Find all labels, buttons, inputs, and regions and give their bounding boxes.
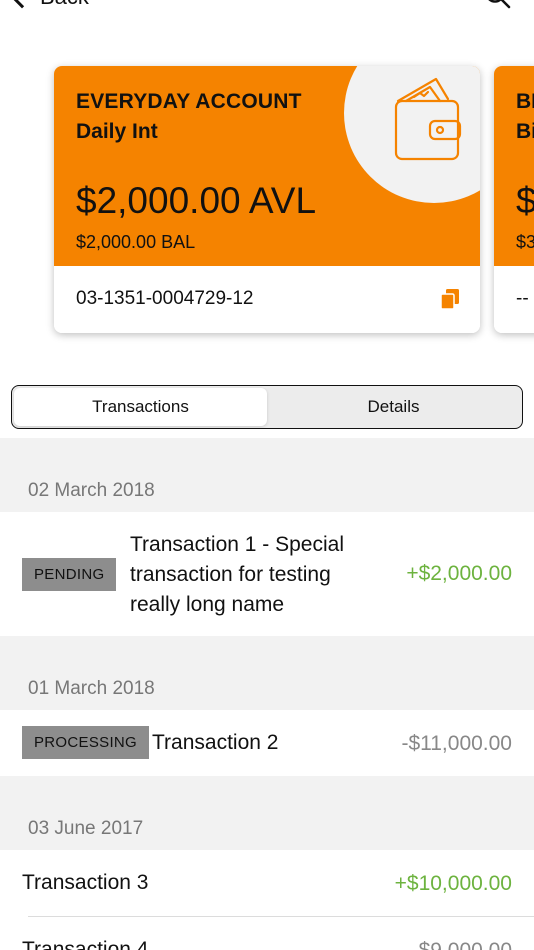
transaction-row[interactable]: Transaction 3 +$10,000.00 [0,850,534,916]
section-header: 01 March 2018 [0,636,534,710]
transaction-name: Transaction 3 [22,871,149,894]
account-name: BI [516,90,534,113]
copy-icon[interactable] [440,288,460,310]
section-header: 03 June 2017 [0,776,534,850]
top-nav: Back [0,0,534,22]
available-balance: $ [516,180,534,221]
view-segmented-control: Transactions Details [11,385,523,429]
account-card-next[interactable]: BI Bi $ $3 -- [494,66,534,333]
transaction-row[interactable]: PENDING Transaction 1 - Special transact… [0,512,534,636]
account-type: Bi [516,120,534,143]
tab-transactions[interactable]: Transactions [14,388,267,426]
transaction-name: Transaction 2 [152,731,279,754]
account-card-footer: 03-1351-0004729-12 [54,266,480,333]
transaction-list[interactable]: 02 March 2018 PENDING Transaction 1 - Sp… [0,438,534,950]
status-badge: PENDING [22,558,117,591]
transaction-name: Transaction 4 [22,938,149,950]
account-card-footer: -- [494,266,534,333]
status-badge: PROCESSING [22,726,150,759]
account-card-header: EVERYDAY ACCOUNT Daily Int $2,000.00 AVL… [54,66,480,266]
section-header: 02 March 2018 [0,438,534,512]
back-label: Back [40,0,89,10]
available-balance: $2,000.00 AVL [76,180,317,221]
transaction-amount: -$9,000.00 [412,939,512,950]
account-name: EVERYDAY ACCOUNT [76,90,302,113]
transaction-name: Transaction 1 - Special transaction for … [130,533,344,616]
section-date: 01 March 2018 [28,678,155,699]
transaction-amount: -$11,000.00 [401,732,512,755]
account-card[interactable]: EVERYDAY ACCOUNT Daily Int $2,000.00 AVL… [54,66,480,333]
transaction-amount: +$10,000.00 [394,872,512,895]
current-balance: $2,000.00 BAL [76,232,196,252]
section-date: 02 March 2018 [28,480,155,501]
current-balance: $3 [516,232,534,252]
account-card-header: BI Bi $ $3 [494,66,534,266]
account-number: 03-1351-0004729-12 [76,288,254,309]
account-number: -- [516,288,529,309]
account-type: Daily Int [76,120,158,143]
account-carousel[interactable]: EVERYDAY ACCOUNT Daily Int $2,000.00 AVL… [0,66,534,336]
transaction-row[interactable]: Transaction 4 -$9,000.00 [22,916,534,950]
account-screen: Back EVERYDAY [0,0,534,950]
transaction-amount: +$2,000.00 [406,562,512,585]
chevron-left-icon [10,0,34,9]
tab-details[interactable]: Details [267,388,520,426]
search-icon[interactable] [484,0,512,10]
back-button[interactable]: Back [8,0,89,10]
wallet-icon [394,77,462,161]
transaction-row[interactable]: PROCESSING Transaction 2 -$11,000.00 [0,710,534,776]
section-date: 03 June 2017 [28,818,144,839]
